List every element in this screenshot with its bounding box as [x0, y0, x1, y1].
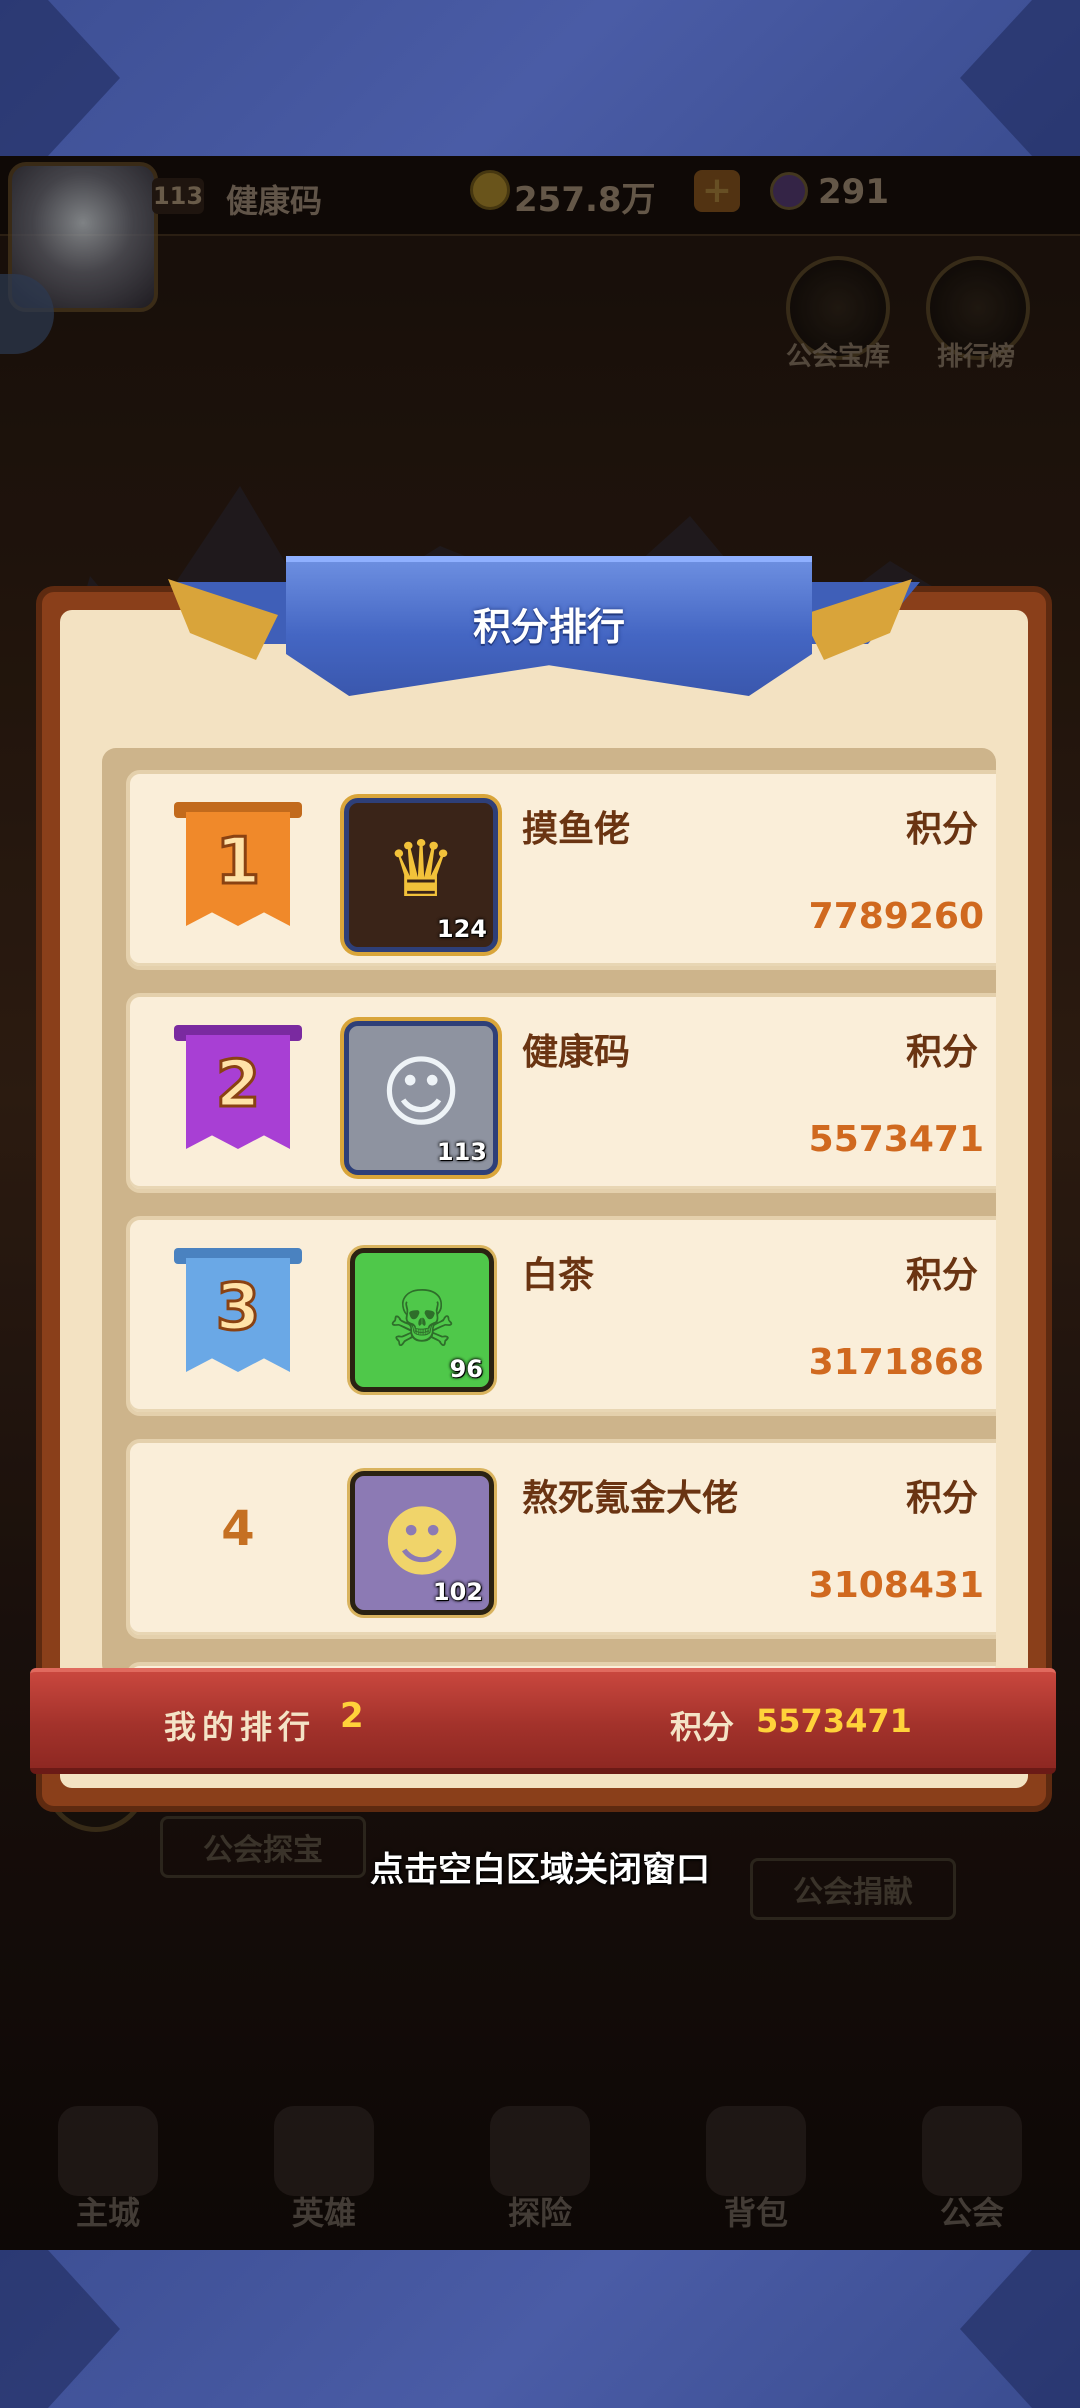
wing-left-icon [168, 579, 278, 660]
dialog-title: 积分排行 [472, 605, 625, 649]
my-score-value: 5573471 [756, 1702, 912, 1740]
bottom-frame [0, 2250, 1080, 2408]
ranking-list[interactable]: 1 ♛ 124 摸鱼佬 积分 7789260 2 ☺ 113 健康码 积分 55… [102, 748, 996, 1678]
score-value: 3108431 [808, 1565, 984, 1606]
score-label: 积分 [905, 1478, 978, 1519]
my-rank-bar: 我的排行 2 积分 5573471 [30, 1668, 1056, 1774]
frame-chevron-right [960, 0, 1080, 156]
rank-number: 1 [214, 824, 262, 901]
dialog-body: 1 ♛ 124 摸鱼佬 积分 7789260 2 ☺ 113 健康码 积分 55… [60, 610, 1028, 1788]
ranking-row[interactable]: 1 ♛ 124 摸鱼佬 积分 7789260 [126, 770, 996, 970]
rank-number: 2 [214, 1047, 262, 1124]
rank-number: 3 [214, 1270, 262, 1347]
score-label: 积分 [905, 1032, 978, 1073]
score-value: 7789260 [808, 896, 984, 937]
hero-portrait-icon: ☺ [380, 1048, 462, 1138]
rank-badge: 3 [174, 1248, 302, 1372]
player-name: 摸鱼佬 [522, 809, 631, 850]
player-avatar[interactable]: ☠ 96 [350, 1248, 494, 1392]
avatar-level: 102 [432, 1578, 483, 1606]
ranking-dialog: 1 ♛ 124 摸鱼佬 积分 7789260 2 ☺ 113 健康码 积分 55… [36, 586, 1052, 1812]
my-score-label: 积分 [670, 1708, 735, 1746]
avatar-level: 113 [436, 1138, 487, 1166]
avatar-level: 124 [436, 915, 487, 943]
wing-right-icon [802, 579, 912, 660]
rank-badge: 1 [174, 802, 302, 926]
frame-chevron-right [960, 2250, 1080, 2408]
top-frame [0, 0, 1080, 156]
close-hint[interactable]: 点击空白区域关闭窗口 [0, 1842, 1080, 1891]
player-name: 健康码 [522, 1032, 631, 1073]
elf-portrait-icon: ☻ [381, 1498, 463, 1588]
slime-icon: ☠ [387, 1275, 457, 1365]
ranking-row[interactable]: 3 ☠ 96 白茶 积分 3171868 [126, 1216, 996, 1416]
rank-number: 4 [221, 1501, 255, 1557]
frame-chevron-left [0, 0, 120, 156]
avatar-level: 96 [449, 1355, 483, 1383]
ranking-row[interactable]: 2 ☺ 113 健康码 积分 5573471 [126, 993, 996, 1193]
score-value: 3171868 [808, 1342, 984, 1383]
my-rank-value: 2 [340, 1696, 364, 1736]
ranking-row[interactable]: 4 ☻ 102 熬死氪金大佬 积分 3108431 [126, 1439, 996, 1639]
score-label: 积分 [905, 809, 978, 850]
score-label: 积分 [905, 1255, 978, 1296]
my-rank-label: 我的排行 [164, 1708, 317, 1746]
player-avatar[interactable]: ☺ 113 [344, 1021, 498, 1175]
player-name: 白茶 [522, 1255, 595, 1296]
frame-chevron-left [0, 2250, 120, 2408]
score-value: 5573471 [808, 1119, 984, 1160]
crown-icon: ♛ [386, 825, 456, 915]
player-name: 熬死氪金大佬 [522, 1478, 739, 1519]
rank-badge: 2 [174, 1025, 302, 1149]
player-avatar[interactable]: ☻ 102 [350, 1471, 494, 1615]
player-avatar[interactable]: ♛ 124 [344, 798, 498, 952]
